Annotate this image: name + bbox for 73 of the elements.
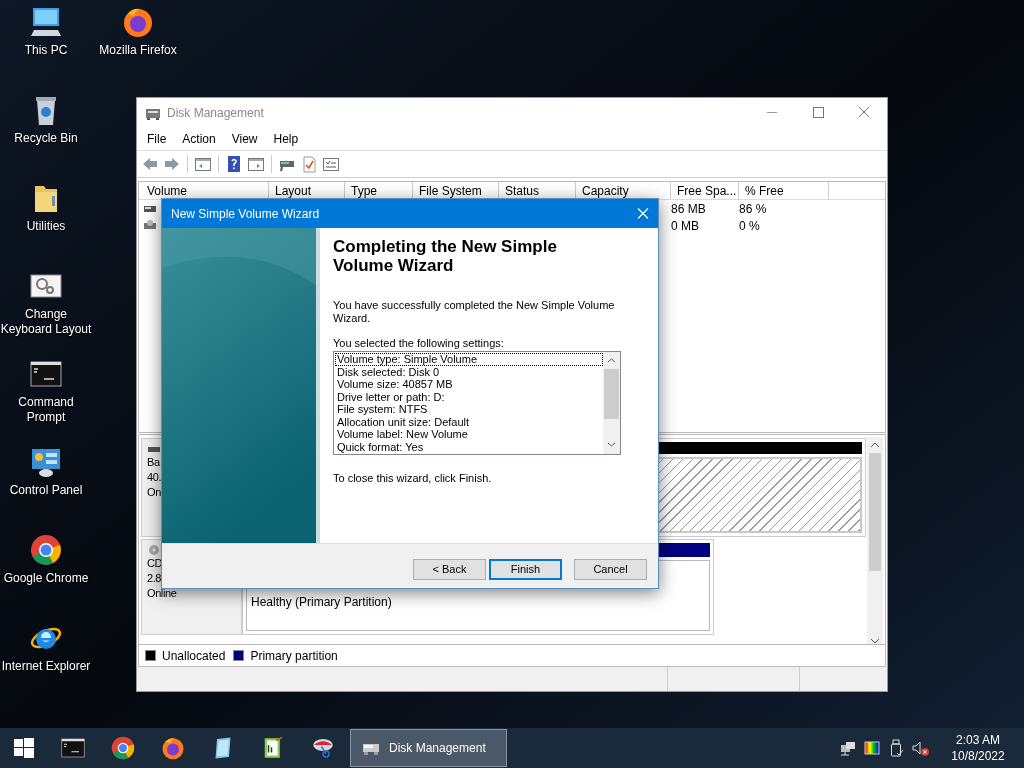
panel-icon[interactable] [194,155,212,173]
settings-list-item[interactable]: Drive letter or path: D: [335,390,603,403]
desktop-icon-label[interactable]: Utilities [0,219,92,234]
back-arrow-icon[interactable] [141,155,159,173]
checklist-icon[interactable] [300,155,318,173]
settings-list-item[interactable]: Volume label: New Volume [335,428,603,441]
network-icon[interactable] [839,739,857,757]
settings-list-item[interactable]: Volume size: 40857 MB [335,378,603,391]
settings-list-item[interactable]: Disk selected: Disk 0 [335,365,603,378]
wizard-closing-text: To close this wizard, click Finish. [333,472,493,485]
taskbar-app-label: Disk Management [389,740,486,757]
window-title: Disk Management [167,104,264,122]
scrollbar[interactable] [867,437,883,644]
table-cell-text: 86 MB [671,200,706,218]
column-header[interactable]: % Free [739,182,829,199]
help-icon[interactable] [225,155,243,173]
browser-icon [161,736,185,760]
desktop-icon-label[interactable]: Command Prompt [0,395,92,425]
legend-label: Unallocated [162,647,226,665]
disk-info-text: 2.8 [147,571,162,586]
table-cell-text: 0 % [739,217,760,235]
dialog-button[interactable]: Finish [489,559,562,580]
dialog-title: New Simple Volume Wizard [171,205,320,223]
list-window-icon[interactable] [322,155,340,173]
legend-label: Primary partition [250,647,338,665]
forward-arrow-icon[interactable] [163,155,181,173]
browser-icon[interactable] [122,6,154,38]
speaker-muted-icon[interactable] [911,739,929,757]
taskbar-app-button[interactable]: Disk Management [350,729,507,767]
monitor-icon[interactable] [30,6,62,38]
dialog-button[interactable]: < Back [413,559,486,580]
partition-status: Healthy (Primary Partition) [251,595,392,609]
clock-time: 2:03 AM [956,732,1000,748]
panel-icon[interactable] [247,155,265,173]
desktop-icon-label[interactable]: Recycle Bin [0,131,92,146]
desktop-icon-label[interactable]: Internet Explorer [0,659,92,674]
settings-list-box[interactable]: Volume type: Simple Volume Disk selected: Disk 0 Volume size: 40857 MB Drive letter or path: D: File system: NTFS Allocation unit size: Default Volume label: New Volume Quick format: Yes [333,351,621,455]
desktop-icon-label[interactable]: Change Keyboard Layout [0,307,92,337]
disc-icon [147,544,161,556]
settings-list-item[interactable]: File system: NTFS [335,403,603,416]
disk-info-text: Ba [147,455,160,470]
color-display-icon[interactable] [863,739,881,757]
settings-label: You selected the following settings: [333,337,505,350]
desktop-icon-label[interactable]: This PC [0,43,92,58]
clock-date: 10/8/2022 [951,748,1005,764]
disk-info-text: 40. [147,470,162,485]
wizard-intro-text: You have successfully completed the New Simple Volume Wizard. [333,299,616,325]
disk-info-text: On [147,485,161,500]
start-button[interactable] [14,738,34,758]
menu-item[interactable]: Help [265,129,307,148]
terminal-icon [61,736,85,760]
column-header[interactable]: Free Spa... [671,182,739,199]
browser-icon [111,736,135,760]
desktop-icon-label[interactable]: Mozilla Firefox [92,43,184,58]
settings-list-item[interactable]: Allocation unit size: Default [335,415,603,428]
table-cell-text: 86 % [739,200,767,218]
desktop-icon-label[interactable]: Control Panel [0,483,92,498]
dialog-button[interactable]: Cancel [574,559,647,580]
wizard-heading: Completing the New Simple Volume Wizard [333,237,558,275]
menu-item[interactable]: File [139,129,175,148]
drive-icon [143,219,157,232]
menu-item[interactable]: View [223,129,266,148]
table-cell-text: 0 MB [671,217,699,235]
terminal-icon[interactable] [30,358,62,390]
disk-info-text: Online [147,586,177,601]
desktop-icon-label[interactable]: Google Chrome [0,571,92,586]
settings-list-item[interactable]: Quick format: Yes [335,440,603,453]
browser-icon[interactable] [30,534,62,566]
clock[interactable]: 2:03 AM 10/8/2022 [938,732,1018,764]
scrollbar[interactable] [603,352,620,454]
settings-list-item[interactable]: Volume type: Simple Volume [335,353,603,366]
menu-item[interactable]: Action [174,129,224,148]
control-panel-icon[interactable] [30,446,62,478]
